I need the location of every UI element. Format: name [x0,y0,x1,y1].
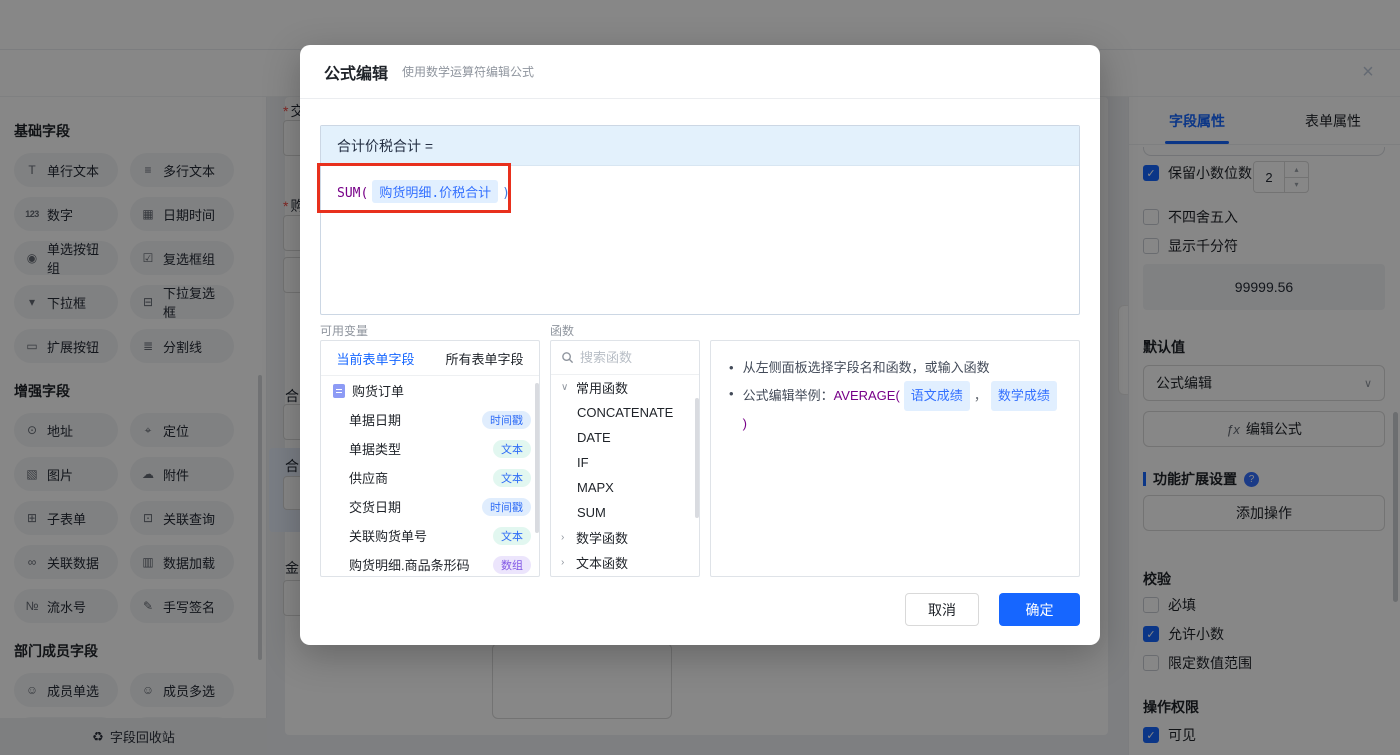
caret-right-icon: › [561,557,565,568]
bullet-icon: • [729,360,734,375]
type-badge: 时间戳 [482,497,531,516]
variable-name: 单据日期 [349,413,402,428]
tip-text: 从左侧面板选择字段名和函数，或输入函数 [742,360,990,375]
variable-row[interactable]: 单据类型 文本 [321,434,539,463]
type-badge: 时间戳 [482,410,531,429]
variable-row[interactable]: 购货明细.商品条形码 数组 [321,550,539,576]
functions-panel: ∨ 常用函数 CONCATENATE DATE IF MAPX SUM › 数学函数… [550,340,700,577]
variable-row[interactable]: 关联购货单号 文本 [321,521,539,550]
functions-label: 函数 [550,324,575,338]
formula-target-bar: 合计价税合计 = [321,126,1079,166]
type-badge: 文本 [493,526,531,545]
bullet-icon: • [729,386,734,401]
function-group-text[interactable]: › 文本函数 [551,550,699,575]
tab-all-form-fields[interactable]: 所有表单字段 [430,341,539,375]
cancel-button[interactable]: 取消 [905,593,979,626]
search-icon [561,351,574,364]
example-chip: 数学成绩 [990,381,1057,411]
variable-row[interactable]: 供应商 文本 [321,463,539,492]
group-label: 常用函数 [576,381,629,396]
example-function-token: AVERAGE( [833,388,900,403]
variables-label: 可用变量 [320,324,369,338]
formula-editor: 合计价税合计 = SUM(购货明细.价税合计) [320,125,1080,315]
formula-paren-token: ) [502,186,510,201]
example-chip: 语文成绩 [903,381,970,411]
function-item[interactable]: MAPX [551,475,699,500]
tab-current-form-fields[interactable]: 当前表单字段 [321,341,430,375]
variable-row[interactable]: 单据日期 时间戳 [321,405,539,434]
function-search [551,341,699,375]
modal-header: 公式编辑 使用数学运算符编辑公式 [300,45,1100,99]
function-group-common[interactable]: ∨ 常用函数 [551,375,699,400]
formula-function-token: SUM( [337,186,369,201]
function-item[interactable]: IF [551,450,699,475]
functions-scrollbar[interactable] [695,398,699,518]
type-badge: 数组 [493,555,531,574]
modal-subtitle: 使用数学运算符编辑公式 [402,65,535,79]
group-label: 文本函数 [576,556,629,571]
variable-name: 关联购货单号 [349,529,428,544]
function-group-math[interactable]: › 数学函数 [551,525,699,550]
tips-panel: • 从左侧面板选择字段名和函数，或输入函数 • 公式编辑举例：AVERAGE(语… [710,340,1080,577]
tip-example-line: • 公式编辑举例：AVERAGE(语文成绩，数学成绩) [729,381,1061,437]
function-item[interactable]: CONCATENATE [551,400,699,425]
variable-row[interactable]: 交货日期 时间戳 [321,492,539,521]
variables-panel: 当前表单字段 所有表单字段 购货订单 单据日期 时间戳 单据类型 文本 供应商 文本 … [320,340,540,577]
tip-example: 公式编辑举例：AVERAGE(语文成绩，数学成绩) [743,381,1061,437]
function-search-input[interactable] [580,350,680,365]
variable-name: 交货日期 [349,500,402,515]
confirm-button[interactable]: 确定 [999,593,1080,626]
formula-edit-modal: 公式编辑 使用数学运算符编辑公式 × 合计价税合计 = SUM(购货明细.价税合… [300,45,1374,645]
formula-field-chip[interactable]: 购货明细.价税合计 [372,180,499,203]
variables-scrollbar[interactable] [535,383,539,533]
close-icon[interactable]: × [1358,61,1378,84]
type-badge: 文本 [493,468,531,487]
tip-line: • 从左侧面板选择字段名和函数，或输入函数 [729,355,1061,381]
variables-root-node[interactable]: 购货订单 [321,376,539,405]
function-item[interactable]: SUM [551,500,699,525]
type-badge: 文本 [493,439,531,458]
group-label: 数学函数 [576,531,629,546]
caret-right-icon: › [561,532,565,543]
function-item[interactable]: DATE [551,425,699,450]
variable-name: 单据类型 [349,442,402,457]
modal-title: 公式编辑 [324,65,389,83]
caret-down-icon: ∨ [561,382,569,393]
root-label: 购货订单 [352,384,405,399]
variables-tabs: 当前表单字段 所有表单字段 [321,341,539,376]
variable-name: 购货明细.商品条形码 [349,558,470,573]
document-icon [333,383,345,398]
variable-name: 供应商 [349,471,389,486]
formula-input-area[interactable]: SUM(购货明细.价税合计) [321,166,1079,217]
